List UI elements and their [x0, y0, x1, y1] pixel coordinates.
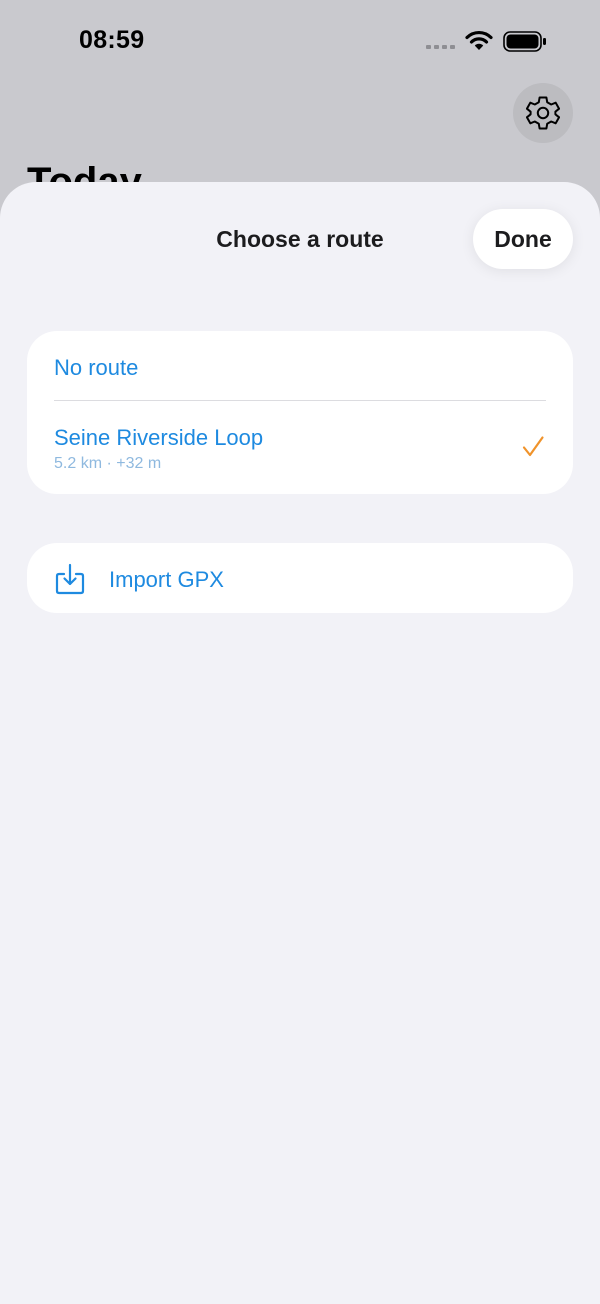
import-gpx-label: Import GPX — [109, 567, 224, 592]
status-time: 08:59 — [79, 26, 145, 54]
route-option-no-route[interactable]: No route — [27, 331, 573, 401]
battery-icon — [503, 31, 546, 52]
route-option-seine-riverside-loop[interactable]: Seine Riverside Loop 5.2 km · +32 m — [27, 401, 573, 494]
import-icon — [55, 563, 85, 595]
settings-button[interactable] — [513, 83, 573, 143]
route-picker-sheet: Choose a route Done No route Seine River… — [0, 182, 600, 1304]
route-option-details: 5.2 km · +32 m — [54, 455, 162, 472]
import-gpx-button[interactable]: Import GPX — [27, 543, 573, 613]
status-bar: 08:59 — [0, 0, 600, 84]
cellular-signal-icon — [426, 45, 456, 49]
route-option-label: No route — [54, 355, 139, 380]
gear-icon — [526, 96, 560, 130]
route-option-label: Seine Riverside Loop — [54, 425, 264, 450]
wifi-icon — [465, 30, 493, 50]
checkmark-icon — [522, 436, 544, 457]
done-button[interactable]: Done — [473, 209, 573, 269]
route-list: No route Seine Riverside Loop 5.2 km · +… — [27, 331, 573, 494]
